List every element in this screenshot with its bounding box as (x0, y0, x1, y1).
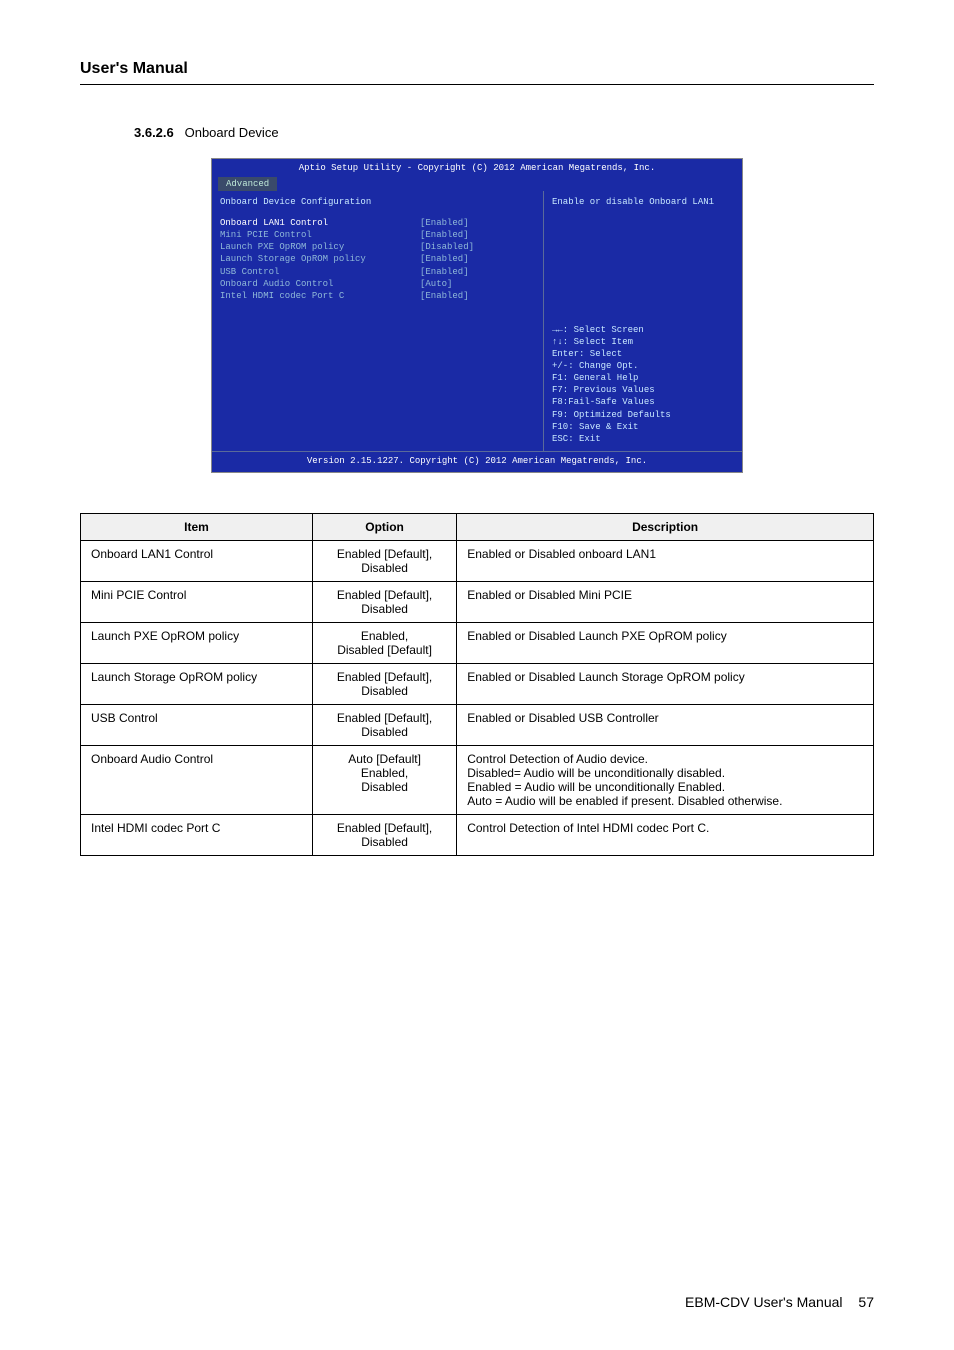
cell-option: Enabled, Disabled [Default] (312, 623, 456, 664)
bios-nav-line: ↑↓: Select Item (552, 336, 734, 348)
bios-row-label: Onboard LAN1 Control (220, 217, 420, 229)
cell-option: Enabled [Default], Disabled (312, 582, 456, 623)
bios-help-text: Enable or disable Onboard LAN1 (552, 197, 734, 207)
section-title: Onboard Device (185, 125, 279, 140)
bios-nav-line: →←: Select Screen (552, 324, 734, 336)
cell-item: Launch PXE OpROM policy (81, 623, 313, 664)
bios-row[interactable]: Launch PXE OpROM policy[Disabled] (220, 241, 535, 253)
bios-row-value: [Enabled] (420, 290, 469, 302)
cell-item: Mini PCIE Control (81, 582, 313, 623)
options-table: Item Option Description Onboard LAN1 Con… (80, 513, 874, 856)
bios-screenshot: Aptio Setup Utility - Copyright (C) 2012… (211, 158, 743, 473)
cell-item: Onboard LAN1 Control (81, 541, 313, 582)
table-header-desc: Description (457, 514, 874, 541)
table-row: Onboard LAN1 Control Enabled [Default], … (81, 541, 874, 582)
page-title: User's Manual (80, 60, 874, 78)
bios-nav-line: F10: Save & Exit (552, 421, 734, 433)
bios-row[interactable]: Mini PCIE Control[Enabled] (220, 229, 535, 241)
table-header-option: Option (312, 514, 456, 541)
bios-nav-line: Enter: Select (552, 348, 734, 360)
bios-row[interactable]: Onboard Audio Control[Auto] (220, 278, 535, 290)
bios-header: Aptio Setup Utility - Copyright (C) 2012… (212, 159, 742, 191)
cell-option: Enabled [Default], Disabled (312, 541, 456, 582)
bios-panel-title: Onboard Device Configuration (220, 197, 535, 207)
bios-nav-line: F8:Fail-Safe Values (552, 396, 734, 408)
bios-row[interactable]: USB Control[Enabled] (220, 266, 535, 278)
bios-row-label: Launch Storage OpROM policy (220, 253, 420, 265)
table-row: USB Control Enabled [Default], Disabled … (81, 705, 874, 746)
bios-footer: Version 2.15.1227. Copyright (C) 2012 Am… (212, 451, 742, 472)
table-row: Mini PCIE Control Enabled [Default], Dis… (81, 582, 874, 623)
bios-utility-title: Aptio Setup Utility - Copyright (C) 2012… (218, 163, 736, 177)
cell-desc: Enabled or Disabled onboard LAN1 (457, 541, 874, 582)
cell-desc: Control Detection of Intel HDMI codec Po… (457, 815, 874, 856)
table-row: Intel HDMI codec Port C Enabled [Default… (81, 815, 874, 856)
cell-desc: Enabled or Disabled Launch PXE OpROM pol… (457, 623, 874, 664)
footer-model: EBM-CDV (685, 1294, 750, 1310)
cell-desc: Enabled or Disabled Mini PCIE (457, 582, 874, 623)
bios-row-value: [Enabled] (420, 266, 469, 278)
bios-row-value: [Enabled] (420, 253, 469, 265)
cell-option: Enabled [Default], Disabled (312, 705, 456, 746)
cell-desc: Enabled or Disabled USB Controller (457, 705, 874, 746)
bios-row-label: Intel HDMI codec Port C (220, 290, 420, 302)
bios-body: Onboard Device Configuration Onboard LAN… (212, 191, 742, 451)
cell-option: Enabled [Default], Disabled (312, 815, 456, 856)
table-row: Launch PXE OpROM policy Enabled, Disable… (81, 623, 874, 664)
bios-row-value: [Disabled] (420, 241, 474, 253)
title-underline (80, 84, 874, 85)
bios-left-panel: Onboard Device Configuration Onboard LAN… (212, 191, 544, 451)
bios-row[interactable]: Intel HDMI codec Port C[Enabled] (220, 290, 535, 302)
page-number: 57 (858, 1294, 874, 1310)
bios-tab-advanced[interactable]: Advanced (218, 177, 277, 191)
bios-row-value: [Enabled] (420, 217, 469, 229)
table-row: Onboard Audio Control Auto [Default] Ena… (81, 746, 874, 815)
cell-desc: Enabled or Disabled Launch Storage OpROM… (457, 664, 874, 705)
bios-row-value: [Enabled] (420, 229, 469, 241)
bios-right-panel: Enable or disable Onboard LAN1 →←: Selec… (544, 191, 742, 451)
footer-label: User's Manual (753, 1294, 842, 1310)
cell-item: Intel HDMI codec Port C (81, 815, 313, 856)
bios-nav-line: +/-: Change Opt. (552, 360, 734, 372)
bios-row-label: Onboard Audio Control (220, 278, 420, 290)
cell-item: USB Control (81, 705, 313, 746)
section-heading: 3.6.2.6 Onboard Device (134, 125, 874, 140)
cell-desc: Control Detection of Audio device. Disab… (457, 746, 874, 815)
bios-row[interactable]: Onboard LAN1 Control[Enabled] (220, 217, 535, 229)
table-header-item: Item (81, 514, 313, 541)
section-number: 3.6.2.6 (134, 125, 174, 140)
bios-nav-line: F1: General Help (552, 372, 734, 384)
bios-nav-line: F9: Optimized Defaults (552, 409, 734, 421)
bios-row[interactable]: Launch Storage OpROM policy[Enabled] (220, 253, 535, 265)
table-row: Launch Storage OpROM policy Enabled [Def… (81, 664, 874, 705)
table-header-row: Item Option Description (81, 514, 874, 541)
bios-nav-line: F7: Previous Values (552, 384, 734, 396)
bios-nav-help: →←: Select Screen ↑↓: Select Item Enter:… (552, 324, 734, 445)
bios-row-value: [Auto] (420, 278, 452, 290)
bios-nav-line: ESC: Exit (552, 433, 734, 445)
bios-row-label: Mini PCIE Control (220, 229, 420, 241)
cell-option: Auto [Default] Enabled, Disabled (312, 746, 456, 815)
page-footer: EBM-CDV User's Manual 57 (685, 1294, 874, 1310)
cell-item: Onboard Audio Control (81, 746, 313, 815)
cell-item: Launch Storage OpROM policy (81, 664, 313, 705)
bios-row-label: Launch PXE OpROM policy (220, 241, 420, 253)
bios-row-label: USB Control (220, 266, 420, 278)
cell-option: Enabled [Default], Disabled (312, 664, 456, 705)
